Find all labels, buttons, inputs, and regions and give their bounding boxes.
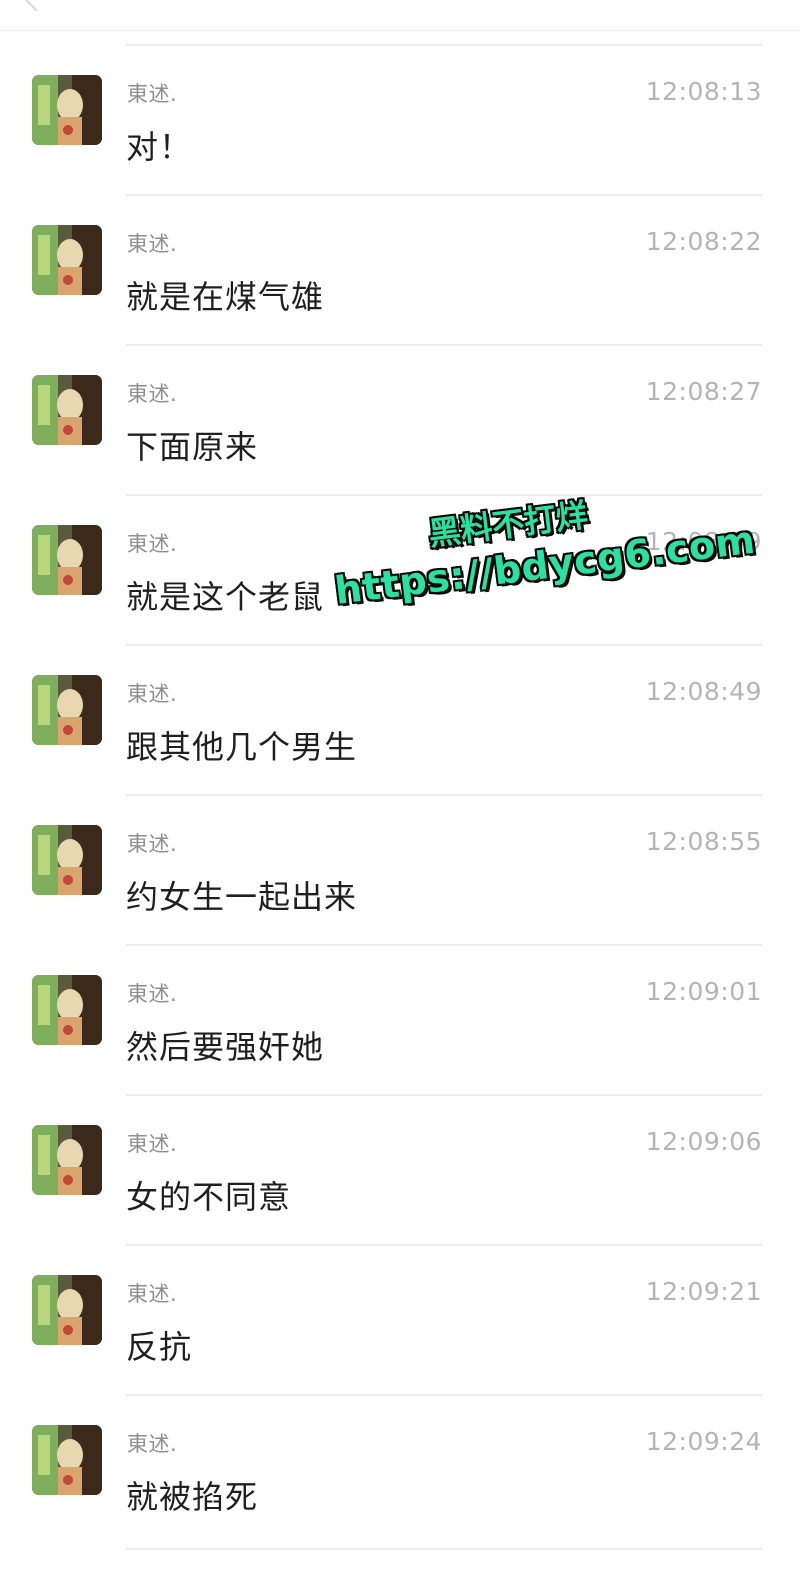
message-text: 就被掐死 xyxy=(126,1478,259,1516)
sender-name: 東述. xyxy=(127,1132,178,1156)
avatar[interactable] xyxy=(32,1425,102,1495)
message-text: 女的不同意 xyxy=(126,1178,292,1216)
divider xyxy=(126,1548,762,1550)
message-time: 12:09:21 xyxy=(645,1277,762,1306)
sender-name: 東述. xyxy=(127,232,178,256)
message-item[interactable]: 東述. 12:08:39 就是这个老鼠 xyxy=(0,494,800,644)
avatar-image xyxy=(32,1425,102,1495)
sender-name: 東述. xyxy=(127,1432,178,1456)
message-item[interactable]: 東述. 12:09:06 女的不同意 xyxy=(0,1094,800,1244)
avatar[interactable] xyxy=(32,75,102,145)
divider xyxy=(126,344,762,346)
divider xyxy=(126,1394,762,1396)
message-time: 12:09:01 xyxy=(645,977,762,1006)
message-item[interactable]: 東述. 12:09:01 然后要强奸她 xyxy=(0,944,800,1094)
divider xyxy=(126,944,762,946)
message-item[interactable]: 東述. 12:08:49 跟其他几个男生 xyxy=(0,644,800,794)
avatar[interactable] xyxy=(32,675,102,745)
avatar[interactable] xyxy=(32,375,102,445)
divider xyxy=(126,644,762,646)
avatar[interactable] xyxy=(32,525,102,595)
message-text: 然后要强奸她 xyxy=(126,1028,325,1066)
sender-name: 東述. xyxy=(127,82,178,106)
avatar-image xyxy=(32,225,102,295)
avatar[interactable] xyxy=(32,975,102,1045)
back-arrow-icon[interactable] xyxy=(24,0,48,12)
message-text: 反抗 xyxy=(126,1328,193,1366)
message-text: 就是这个老鼠 xyxy=(126,578,325,616)
message-list: 東述. 12:08:13 对！ 東述. 12:08:22 就是在煤气雄 東述. … xyxy=(0,44,800,1544)
divider xyxy=(126,494,762,496)
avatar[interactable] xyxy=(32,825,102,895)
message-time: 12:09:24 xyxy=(645,1427,762,1456)
message-time: 12:08:22 xyxy=(645,227,762,256)
message-time: 12:08:55 xyxy=(645,827,762,856)
avatar[interactable] xyxy=(32,225,102,295)
message-item[interactable]: 東述. 12:08:13 对！ xyxy=(0,44,800,194)
sender-name: 東述. xyxy=(127,382,178,406)
message-text: 就是在煤气雄 xyxy=(126,278,325,316)
message-item[interactable]: 東述. 12:08:27 下面原来 xyxy=(0,344,800,494)
avatar-image xyxy=(32,75,102,145)
message-item[interactable]: 東述. 12:09:24 就被掐死 xyxy=(0,1394,800,1544)
message-time: 12:08:13 xyxy=(645,77,762,106)
divider xyxy=(126,1094,762,1096)
message-item[interactable]: 東述. 12:08:22 就是在煤气雄 xyxy=(0,194,800,344)
message-item[interactable]: 東述. 12:09:21 反抗 xyxy=(0,1244,800,1394)
divider xyxy=(126,194,762,196)
top-bar xyxy=(0,0,800,31)
message-time: 12:08:27 xyxy=(645,377,762,406)
avatar-image xyxy=(32,675,102,745)
message-item[interactable]: 東述. 12:08:55 约女生一起出来 xyxy=(0,794,800,944)
avatar[interactable] xyxy=(32,1275,102,1345)
message-text: 对！ xyxy=(126,128,193,166)
sender-name: 東述. xyxy=(127,982,178,1006)
divider xyxy=(126,794,762,796)
sender-name: 東述. xyxy=(127,682,178,706)
message-time: 12:08:39 xyxy=(645,527,762,556)
avatar-image xyxy=(32,825,102,895)
avatar-image xyxy=(32,975,102,1045)
avatar-image xyxy=(32,1275,102,1345)
avatar-image xyxy=(32,375,102,445)
divider xyxy=(126,44,762,46)
message-text: 约女生一起出来 xyxy=(126,878,358,916)
sender-name: 東述. xyxy=(127,1282,178,1306)
message-time: 12:09:06 xyxy=(645,1127,762,1156)
message-text: 跟其他几个男生 xyxy=(126,728,358,766)
avatar-image xyxy=(32,1125,102,1195)
sender-name: 東述. xyxy=(127,532,178,556)
avatar-image xyxy=(32,525,102,595)
avatar[interactable] xyxy=(32,1125,102,1195)
message-time: 12:08:49 xyxy=(645,677,762,706)
divider xyxy=(126,1244,762,1246)
sender-name: 東述. xyxy=(127,832,178,856)
message-text: 下面原来 xyxy=(126,428,259,466)
